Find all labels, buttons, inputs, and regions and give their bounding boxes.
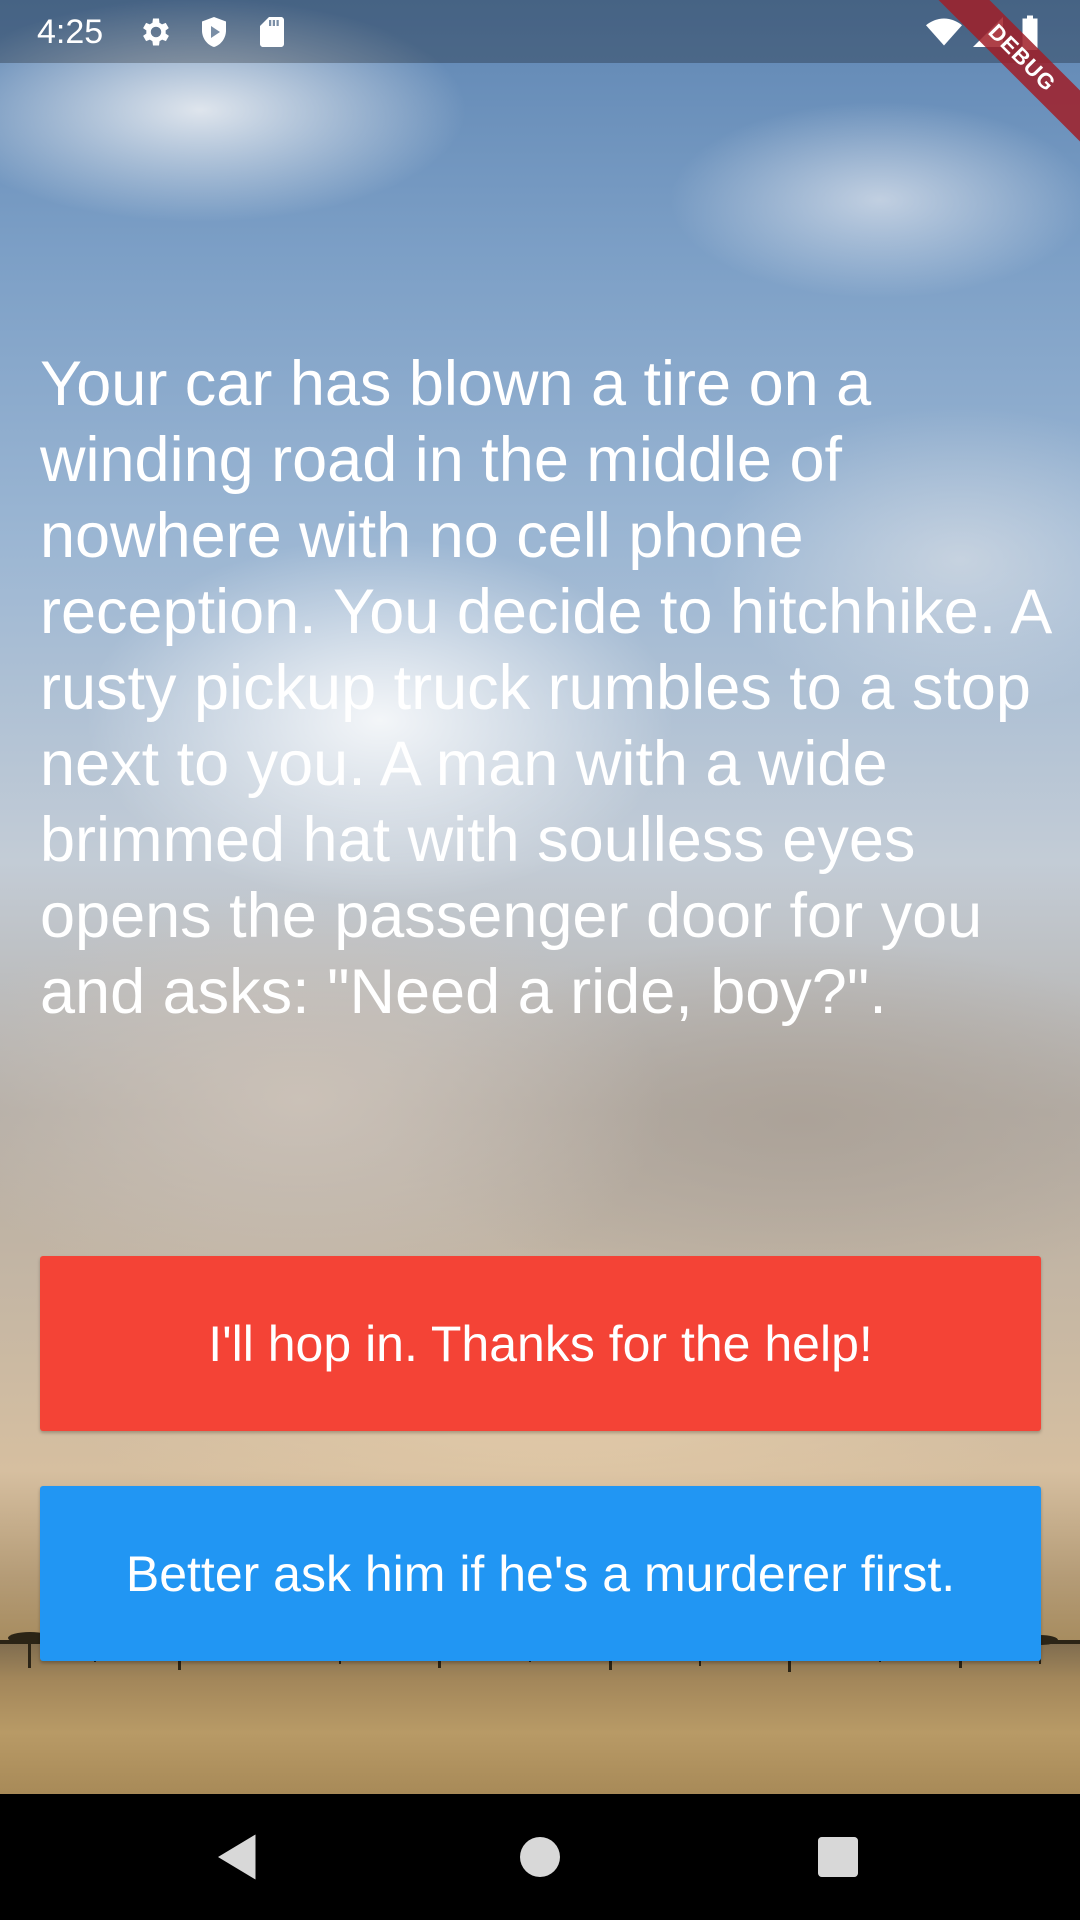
gear-icon	[143, 18, 169, 46]
story-text: Your car has blown a tire on a winding r…	[40, 349, 1049, 1027]
recents-icon[interactable]	[808, 1827, 868, 1887]
choice-2-button[interactable]: Better ask him if he's a murderer first.	[40, 1486, 1041, 1661]
choice-1-button[interactable]: I'll hop in. Thanks for the help!	[40, 1256, 1041, 1431]
status-bar: 4:25 DEBUG	[0, 0, 1080, 156]
status-time: 4:25	[37, 13, 104, 51]
home-icon[interactable]	[510, 1827, 570, 1887]
back-icon[interactable]	[208, 1827, 268, 1887]
app-screen: 4:25 DEBUG Your car has blown a tire on …	[0, 0, 1080, 1920]
navigation-bar	[0, 1794, 1080, 1920]
sd-card-icon	[260, 17, 284, 47]
shield-play-icon	[202, 17, 226, 47]
